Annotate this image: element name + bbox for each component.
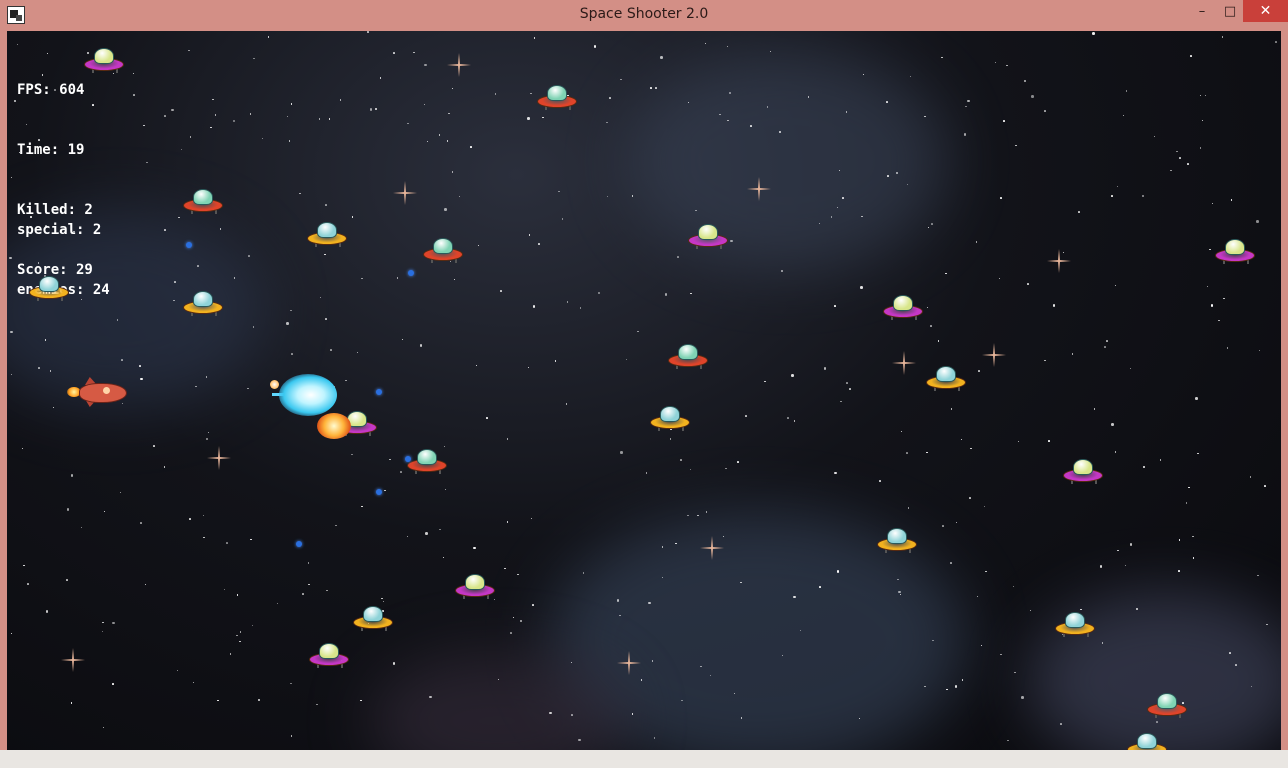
- plasma-bullet-icon: [296, 541, 302, 547]
- bullet-layer: [7, 31, 1281, 750]
- energy-blast-icon: [279, 374, 337, 416]
- plasma-bullet-icon: [186, 242, 192, 248]
- taskbar-strip: [0, 750, 1288, 768]
- explosion-icon: [317, 413, 351, 439]
- window-title: Space Shooter 2.0: [579, 6, 709, 22]
- maximize-button[interactable]: □: [1216, 0, 1244, 22]
- plasma-bullet-icon: [376, 489, 382, 495]
- game-canvas[interactable]: FPS: 604 Time: 19 Killed: 2 Score: 29 sp…: [7, 31, 1281, 750]
- minimize-button[interactable]: –: [1188, 0, 1216, 22]
- plasma-bullet-icon: [405, 456, 411, 462]
- title-bar[interactable]: Space Shooter 2.0 – □ ✕: [0, 0, 1288, 31]
- muzzle-spark-icon: [270, 380, 279, 389]
- plasma-bullet-icon: [408, 270, 414, 276]
- ship-hull: [79, 383, 127, 403]
- close-button[interactable]: ✕: [1243, 0, 1288, 22]
- rocket-ship-icon: [67, 377, 127, 407]
- game-window: Space Shooter 2.0 – □ ✕ FPS: 604 Time: 1…: [0, 0, 1288, 768]
- plasma-bullet-icon: [376, 389, 382, 395]
- ship-porthole: [103, 387, 110, 394]
